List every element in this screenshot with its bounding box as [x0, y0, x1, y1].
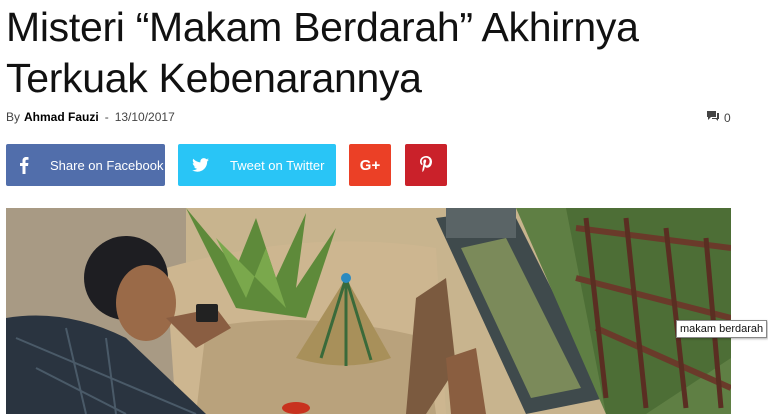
share-facebook-button[interactable]: Share on Facebook [6, 144, 165, 186]
article-featured-image[interactable] [6, 208, 731, 414]
googleplus-icon: G+ [359, 156, 381, 174]
image-tooltip: makam berdarah [676, 320, 768, 338]
twitter-icon [178, 144, 222, 186]
share-twitter-label: Tweet on Twitter [230, 157, 325, 173]
publish-date: 13/10/2017 [114, 110, 175, 124]
comment-count: 0 [724, 110, 731, 125]
share-pinterest-button[interactable] [405, 144, 447, 186]
comment-count-link[interactable]: 0 [706, 110, 731, 125]
facebook-icon [6, 144, 42, 186]
share-facebook-label: Share on Facebook [50, 157, 164, 173]
author-link[interactable]: Ahmad Fauzi [24, 110, 99, 124]
comment-icon [706, 110, 720, 125]
article-title: Misteri “Makam Berdarah” Akhirnya Terkua… [6, 4, 639, 101]
by-label: By [6, 110, 21, 124]
share-googleplus-button[interactable]: G+ [349, 144, 391, 186]
pinterest-icon [420, 155, 432, 175]
meta-separator: - [104, 110, 109, 124]
article-meta: By Ahmad Fauzi - 13/10/2017 [6, 110, 175, 124]
grave-photo [6, 208, 731, 414]
share-twitter-button[interactable]: Tweet on Twitter [178, 144, 336, 186]
